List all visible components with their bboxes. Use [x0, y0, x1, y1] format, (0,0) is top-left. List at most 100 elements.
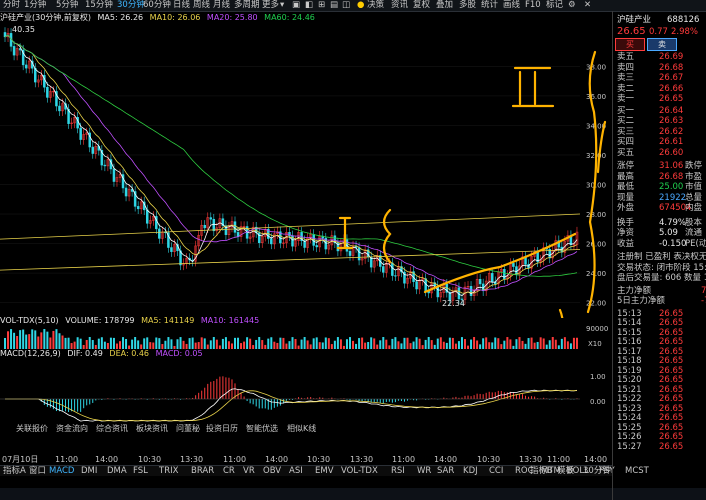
period-label: 30分钟 — [583, 466, 611, 476]
indicator-tab-right[interactable]: 指标B — [530, 466, 553, 476]
restore-rights-button[interactable]: 复权 — [413, 0, 430, 11]
macd-chart[interactable]: 1.00 0.00 — [0, 359, 612, 424]
statistics-button[interactable]: 统计 — [481, 0, 498, 11]
multi-stock-button[interactable]: 多股 — [459, 0, 476, 11]
period-toolbar: 分时 1分钟 5分钟 15分钟 30分钟 60分钟 日线 周线 月线 多周期 更… — [0, 0, 706, 12]
ask-row[interactable]: 卖一 26.65 — [615, 94, 706, 105]
bid-row[interactable]: 买三 26.62 — [615, 127, 706, 138]
tab-period-1[interactable]: 1分钟 — [24, 0, 46, 11]
volume-bar — [539, 337, 542, 349]
tab-calendar[interactable]: 投资日历 — [206, 424, 238, 434]
volume-bar — [294, 339, 297, 349]
indicator-tab[interactable]: CCI — [489, 466, 503, 476]
tab-period-9[interactable]: 多周期 — [234, 0, 260, 11]
tab-period-0[interactable]: 分时 — [3, 0, 20, 11]
tab-period-10[interactable]: 更多 — [262, 0, 279, 11]
volume-bar — [327, 338, 330, 349]
volume-bar — [430, 340, 433, 349]
macd-legend: MACD(12,26,9) DIF: 0.49 DEA: 0.46 MACD: … — [0, 349, 207, 359]
tab-period-3[interactable]: 15分钟 — [85, 0, 113, 11]
indicator-tab-right[interactable]: 模板 — [557, 466, 574, 476]
tab-sector-news[interactable]: 板块资讯 — [136, 424, 168, 434]
mark-button[interactable]: 标记 — [546, 0, 563, 11]
candle — [170, 247, 173, 252]
volume-bar — [31, 329, 34, 349]
decision-button[interactable]: ● 决策 — [357, 0, 384, 11]
close-icon[interactable]: ✕ — [584, 0, 591, 11]
ask-row[interactable]: 卖五 26.69 — [615, 52, 706, 63]
ask-row[interactable]: 卖三 26.67 — [615, 73, 706, 84]
draw-line-button[interactable]: 画线 — [503, 0, 520, 11]
f10-button[interactable]: F10 — [525, 0, 541, 11]
time-label: 11:00 — [547, 455, 571, 464]
tab-smart-pick[interactable]: 智能优选 — [246, 424, 278, 434]
indicator-tab[interactable]: DMI — [81, 466, 97, 476]
indicator-tab[interactable]: RSI — [391, 466, 405, 476]
volume-bar — [451, 337, 454, 349]
tab-news[interactable]: 综合资讯 — [96, 424, 128, 434]
volume-bar — [342, 345, 345, 349]
volume-bar — [40, 332, 43, 349]
tool-icon-1[interactable]: ▣ — [292, 0, 300, 11]
candle — [79, 127, 82, 140]
volume-bar — [421, 345, 424, 349]
indicator-tab[interactable]: VOL-TDX — [341, 466, 378, 476]
indicator-tab[interactable]: FSL — [133, 466, 148, 476]
tool-icon-3[interactable]: ⊞ — [318, 0, 325, 11]
ask-row[interactable]: 卖四 26.68 — [615, 63, 706, 74]
candlestick-chart[interactable]: 38.0036.0034.0032.0030.0028.0026.0024.00… — [0, 22, 610, 318]
indicator-tab[interactable]: TRIX — [159, 466, 178, 476]
tab-period-8[interactable]: 月线 — [213, 0, 230, 11]
indicator-tab[interactable]: DMA — [107, 466, 127, 476]
bid-row[interactable]: 买四 26.61 — [615, 137, 706, 148]
bid-row[interactable]: 买五 26.60 — [615, 148, 706, 159]
indicator-tab[interactable]: WR — [417, 466, 431, 476]
indicator-tab[interactable]: ASI — [289, 466, 303, 476]
volume-bar — [125, 338, 128, 349]
quote-panel: 沪硅产业 688126 26.65 0.77 2.98% 买 卖 卖五 26.69… — [612, 11, 706, 500]
buy-button[interactable]: 买 — [615, 38, 645, 51]
sell-button[interactable]: 卖 — [647, 38, 677, 51]
tab-period-2[interactable]: 5分钟 — [56, 0, 78, 11]
overlay-button[interactable]: 叠加 — [436, 0, 453, 11]
indicator-tab[interactable]: 指标A — [3, 466, 26, 476]
tool-icon-5[interactable]: ◫ — [342, 0, 350, 11]
news-button[interactable]: 资讯 — [391, 0, 408, 11]
tab-period-7[interactable]: 周线 — [193, 0, 210, 11]
indicator-tab[interactable]: EMV — [315, 466, 334, 476]
tab-related-quotes[interactable]: 关联报价 — [16, 424, 48, 434]
bid-row[interactable]: 买二 26.63 — [615, 116, 706, 127]
settings-icon[interactable]: ⚙ — [568, 0, 576, 11]
indicator-tab[interactable]: 窗口 — [29, 466, 46, 476]
volume-bar — [494, 337, 497, 349]
indicator-tab[interactable]: MACD — [49, 466, 74, 476]
dropdown-arrow-icon[interactable]: ▾ — [280, 0, 284, 11]
tab-similar-k[interactable]: 相似K线 — [287, 424, 316, 434]
candle — [233, 221, 237, 233]
volume-bar — [131, 339, 134, 349]
tab-ask-secretary[interactable]: 问董秘 — [176, 424, 200, 434]
tab-period-6[interactable]: 日线 — [173, 0, 190, 11]
volume-chart[interactable]: 90000 X10 — [0, 326, 612, 350]
time-label: 13:30 — [519, 455, 543, 464]
indicator-tab[interactable]: CR — [223, 466, 235, 476]
tool-icon-2[interactable]: ◧ — [305, 0, 313, 11]
bid-row[interactable]: 买一 26.64 — [615, 106, 706, 117]
indicator-tab[interactable]: KDJ — [463, 466, 478, 476]
indicator-tab[interactable]: SAR — [437, 466, 454, 476]
ma20-value: MA20: 25.80 — [206, 13, 258, 22]
candle — [391, 262, 394, 276]
tab-capital-flow[interactable]: 资金流向 — [56, 424, 88, 434]
tab-period-4[interactable]: 30分钟 — [117, 0, 145, 11]
tool-icon-4[interactable]: ▤ — [330, 0, 338, 11]
indicator-tab[interactable]: BRAR — [191, 466, 214, 476]
volume-bar — [146, 337, 149, 349]
indicator-tab[interactable]: OBV — [263, 466, 281, 476]
ask-row[interactable]: 卖二 26.66 — [615, 84, 706, 95]
volume-bar — [67, 337, 70, 349]
volume-bar — [300, 339, 303, 349]
indicator-tab[interactable]: VR — [243, 466, 255, 476]
volume-bar — [339, 339, 342, 349]
tab-period-5[interactable]: 60分钟 — [143, 0, 171, 11]
trendline-lower[interactable] — [0, 249, 581, 271]
